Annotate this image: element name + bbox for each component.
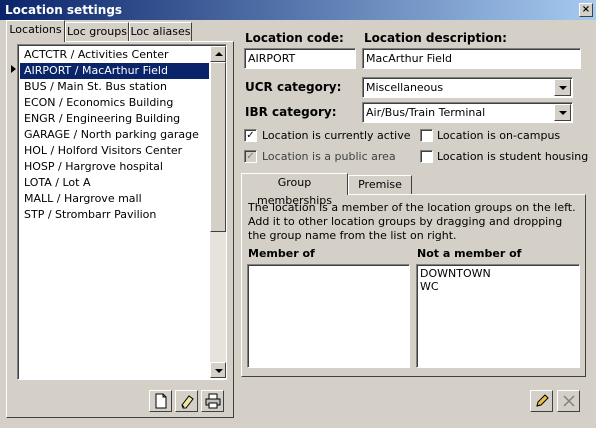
tab-premise-log[interactable]: Premise log — [348, 175, 412, 209]
location-code-field[interactable]: AIRPORT — [244, 48, 356, 69]
ibr-category-select[interactable]: Air/Bus/Train Terminal — [362, 102, 573, 123]
arrow-down-icon — [215, 369, 223, 373]
list-item[interactable]: GARAGE / North parking garage — [20, 127, 209, 143]
list-scrollbar[interactable] — [210, 46, 226, 378]
student-housing-checkbox[interactable] — [420, 150, 433, 163]
ucr-category-select[interactable]: Miscellaneous — [362, 77, 573, 98]
list-item[interactable]: MALL / Hargrove mall — [20, 191, 209, 207]
tab-label: Locations — [9, 23, 62, 36]
list-item[interactable]: AIRPORT / MacArthur Field — [20, 63, 209, 79]
tab-label: Group memberships — [257, 176, 332, 207]
list-item[interactable]: ECON / Economics Building — [20, 95, 209, 111]
active-checkbox[interactable]: ✓ — [244, 129, 257, 142]
new-document-icon — [155, 393, 166, 409]
close-button[interactable]: × — [579, 3, 593, 17]
cancel-button[interactable] — [557, 390, 580, 412]
not-member-list[interactable]: DOWNTOWN WC — [416, 264, 580, 368]
new-location-button[interactable] — [149, 390, 172, 412]
location-list[interactable]: ACTCTR / Activities Center AIRPORT / MacA… — [17, 44, 227, 380]
public-area-checkbox-label: Location is a public area — [262, 150, 396, 163]
edit-button[interactable] — [530, 390, 553, 412]
list-item[interactable]: HOSP / Hargrove hospital — [20, 159, 209, 175]
tab-group-memberships[interactable]: Group memberships — [241, 173, 348, 207]
scroll-thumb[interactable] — [210, 62, 226, 232]
chevron-down-icon[interactable] — [554, 79, 571, 96]
list-item[interactable]: HOL / Holford Visitors Center — [20, 143, 209, 159]
print-button[interactable] — [201, 390, 224, 412]
location-description-label: Location description: — [364, 31, 507, 45]
window-title: Location settings — [5, 3, 123, 17]
arrow-up-icon — [215, 52, 223, 56]
public-area-checkbox: ✓ — [244, 150, 257, 163]
location-code-label: Location code: — [245, 31, 344, 45]
eraser-icon — [180, 395, 194, 409]
ucr-category-label: UCR category: — [245, 80, 342, 94]
scroll-down-button[interactable] — [210, 362, 226, 378]
list-item[interactable]: WC — [420, 280, 576, 293]
list-item[interactable]: ENGR / Engineering Building — [20, 111, 209, 127]
member-of-list[interactable] — [247, 264, 410, 368]
printer-icon — [205, 393, 220, 409]
on-campus-checkbox-label: Location is on-campus — [437, 129, 561, 142]
cancel-x-icon — [562, 395, 575, 407]
student-housing-checkbox-label: Location is student housing — [437, 150, 589, 163]
ibr-category-label: IBR category: — [245, 105, 337, 119]
tab-label: Loc groups — [67, 25, 127, 38]
active-checkbox-label: Location is currently active — [262, 129, 411, 142]
erase-button[interactable] — [175, 390, 198, 412]
tab-locations[interactable]: Locations — [6, 20, 65, 42]
pencil-icon — [535, 394, 549, 407]
location-description-field[interactable]: MacArthur Field — [362, 48, 581, 69]
title-bar: Location settings — [0, 0, 596, 20]
list-item[interactable]: BUS / Main St. Bus station — [20, 79, 209, 95]
tab-loc-groups[interactable]: Loc groups — [65, 22, 129, 42]
current-row-indicator-icon — [11, 65, 16, 73]
scroll-up-button[interactable] — [210, 46, 226, 62]
member-of-label: Member of — [248, 247, 315, 260]
not-member-label: Not a member of — [417, 247, 522, 260]
tab-loc-aliases[interactable]: Loc aliases — [129, 22, 192, 42]
list-item[interactable]: DOWNTOWN — [420, 267, 576, 280]
tab-label: Loc aliases — [130, 25, 191, 38]
chevron-down-icon[interactable] — [554, 104, 571, 121]
close-icon: × — [581, 4, 591, 15]
ibr-category-value: Air/Bus/Train Terminal — [366, 106, 486, 119]
list-item[interactable]: STP / Strombarr Pavilion — [20, 207, 209, 223]
list-item[interactable]: LOTA / Lot A — [20, 175, 209, 191]
ucr-category-value: Miscellaneous — [366, 81, 444, 94]
on-campus-checkbox[interactable] — [420, 129, 433, 142]
list-item[interactable]: ACTCTR / Activities Center — [20, 47, 209, 63]
